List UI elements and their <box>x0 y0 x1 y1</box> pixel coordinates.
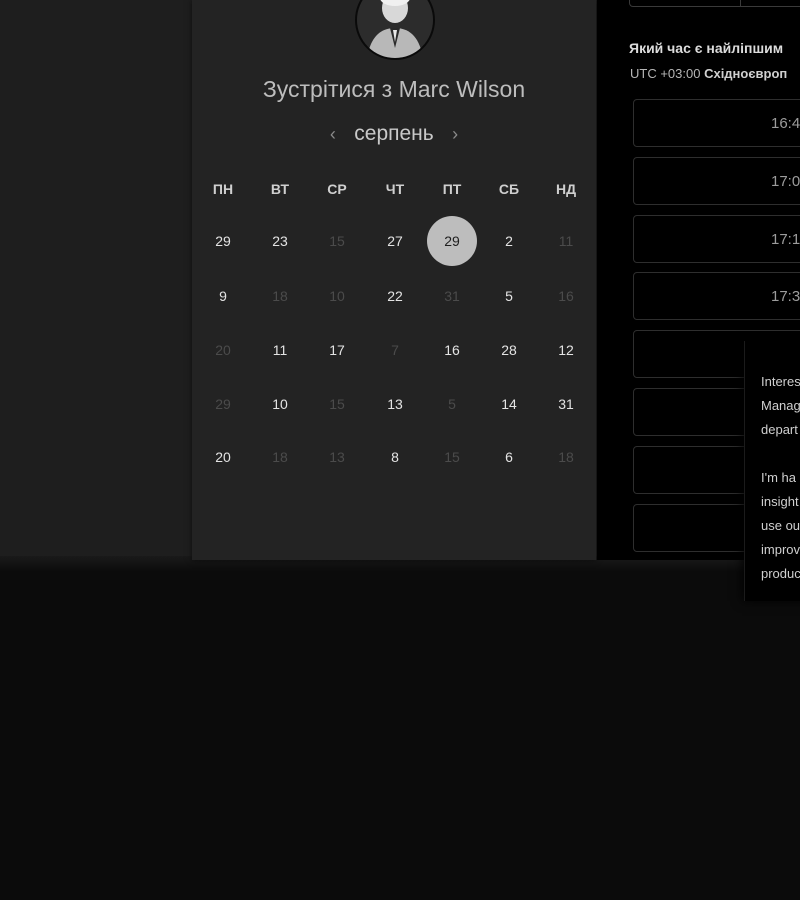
weekday-label: ПТ <box>442 181 462 197</box>
weekday-label: СР <box>327 181 347 197</box>
time-question: Який час є найліпшим <box>629 40 784 56</box>
avatar <box>355 0 435 60</box>
weekday-label: ЧТ <box>385 181 405 197</box>
calendar-day[interactable]: 20 <box>198 432 248 482</box>
month-navigation: ‹ серпень › <box>192 122 596 146</box>
tab-divider <box>740 0 741 6</box>
calendar-day: 29 <box>215 396 231 412</box>
calendar-day: 18 <box>558 449 574 465</box>
calendar-day: 15 <box>329 396 345 412</box>
calendar-day: 11 <box>558 233 574 249</box>
calendar-day[interactable]: 9 <box>198 271 248 321</box>
time-slot-button[interactable]: 17:3 <box>633 272 800 321</box>
popup-text-line: Manag <box>761 398 800 413</box>
weekday-label: СБ <box>498 181 520 197</box>
meeting-title: Зустрітися з Marc Wilson <box>262 76 526 102</box>
weekday-label: НД <box>555 181 577 197</box>
calendar-day: 20 <box>215 342 231 358</box>
timezone-name: Східноєвроп <box>704 66 788 81</box>
calendar-day: 16 <box>558 288 574 304</box>
popup-text-line: Interes <box>761 374 800 389</box>
host-description-popup: Interes Manag depart I'm ha insight use ou imp… <box>744 341 800 601</box>
calendar-day[interactable]: 22 <box>370 271 420 321</box>
calendar-day[interactable]: 12 <box>541 325 591 375</box>
popup-text-line: I'm ha <box>761 470 796 485</box>
timezone-selector[interactable]: UTC +03:00 Східноєвроп <box>630 66 787 81</box>
time-slot-button[interactable]: 16:4 <box>633 99 800 147</box>
avatar-image <box>357 0 433 58</box>
selected-day[interactable]: 29 <box>427 216 477 266</box>
time-slot-label: 17:3 <box>771 288 800 306</box>
calendar-day[interactable]: 13 <box>370 379 420 429</box>
calendar-day: 15 <box>444 449 460 465</box>
popup-text-line: insight <box>761 494 799 509</box>
timezone-offset: UTC +03:00 <box>630 66 701 81</box>
calendar-day[interactable]: 23 <box>255 216 305 266</box>
calendar-day: 15 <box>329 233 345 249</box>
time-slot-label: 17:0 <box>771 172 800 190</box>
calendar-day[interactable]: 28 <box>484 325 534 375</box>
calendar-day[interactable]: 14 <box>484 379 534 429</box>
next-month-button[interactable]: › <box>452 124 458 145</box>
month-label: серпень <box>354 122 434 145</box>
popup-text-line: produc <box>761 566 800 581</box>
calendar-day: 31 <box>444 288 460 304</box>
popup-text-line: improv <box>761 542 800 557</box>
calendar-day[interactable]: 10 <box>255 379 305 429</box>
calendar-day[interactable]: 27 <box>370 216 420 266</box>
popup-text-line: depart <box>761 422 798 437</box>
calendar-day[interactable]: 8 <box>370 432 420 482</box>
calendar-day: 7 <box>391 342 399 358</box>
time-slot-label: 16:4 <box>771 115 800 132</box>
weekday-label: ПН <box>212 181 234 197</box>
weekday-label: ВТ <box>270 181 290 197</box>
calendar-day[interactable]: 2 <box>484 216 534 266</box>
calendar-day: 5 <box>448 396 456 412</box>
calendar-day: 13 <box>329 449 345 465</box>
view-tabs[interactable] <box>629 0 800 7</box>
calendar-day[interactable]: 17 <box>312 325 362 375</box>
prev-month-button[interactable]: ‹ <box>330 124 336 145</box>
time-slot-button[interactable]: 17:0 <box>633 156 800 205</box>
calendar-day[interactable]: 16 <box>427 325 477 375</box>
time-slot-button[interactable]: 17:1 <box>633 214 800 263</box>
calendar-day[interactable]: 31 <box>541 379 591 429</box>
time-slot-label: 17:1 <box>771 230 800 248</box>
calendar-day[interactable]: 29 <box>198 216 248 266</box>
calendar-card: Зустрітися з Marc Wilson ‹ серпень › ПН В… <box>192 0 596 560</box>
calendar-day: 18 <box>272 449 288 465</box>
popup-text-line: use ou <box>761 518 800 533</box>
calendar-day: 10 <box>329 288 345 304</box>
calendar-day[interactable]: 11 <box>255 325 305 375</box>
calendar-day[interactable]: 6 <box>484 432 534 482</box>
calendar-day[interactable]: 5 <box>484 271 534 321</box>
calendar-day: 18 <box>272 288 288 304</box>
